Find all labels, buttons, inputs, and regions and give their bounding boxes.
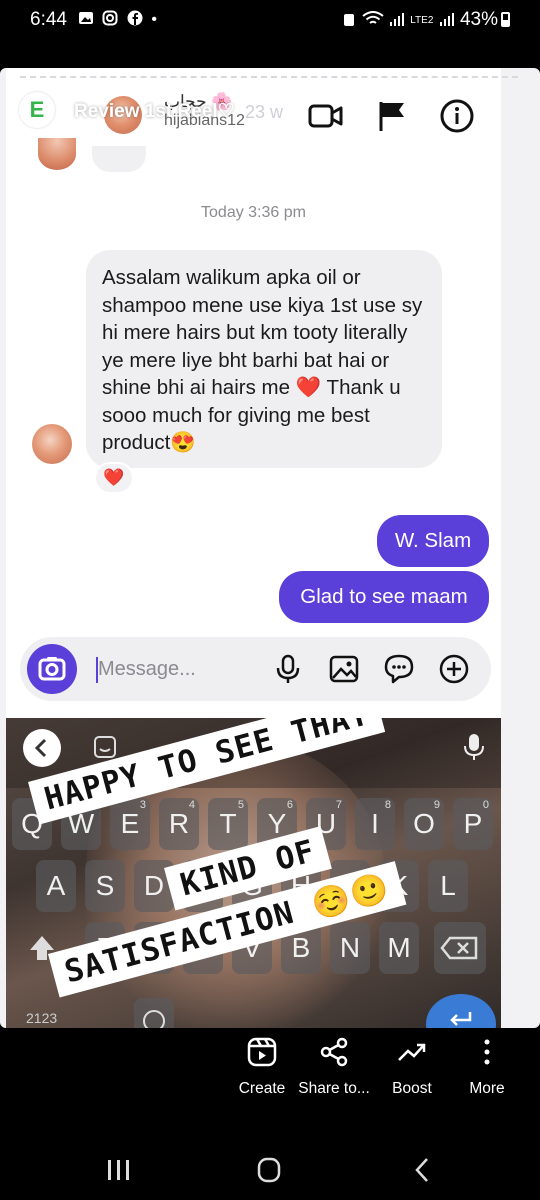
notification-icons: • <box>78 10 161 29</box>
flag-icon[interactable] <box>374 98 410 134</box>
battery-percent: 43% <box>459 9 498 30</box>
share-icon <box>320 1037 348 1067</box>
key[interactable]: 9O <box>404 798 444 850</box>
outgoing-message: Glad to see maam <box>279 571 489 623</box>
key[interactable]: 8I <box>355 798 395 850</box>
instagram-icon <box>102 10 118 26</box>
back-icon[interactable] <box>408 1156 438 1184</box>
heart-reaction[interactable]: ❤️ <box>94 462 134 494</box>
system-nav-bar <box>0 1140 540 1200</box>
story-progress-bar <box>20 76 518 78</box>
signal-icon <box>389 13 404 26</box>
video-call-icon[interactable] <box>308 98 344 134</box>
recent-apps-icon[interactable] <box>104 1156 134 1184</box>
story-age: 23 w <box>245 102 284 122</box>
enter-key[interactable] <box>426 994 496 1028</box>
backspace-key[interactable] <box>434 922 486 974</box>
sender-avatar <box>32 424 72 464</box>
key[interactable]: 5T <box>208 798 248 850</box>
message-input[interactable] <box>98 655 268 683</box>
enter-icon <box>450 1012 472 1026</box>
create-label: Create <box>238 1080 286 1097</box>
more-button[interactable]: More <box>437 1036 537 1098</box>
status-time: 6:44 <box>30 9 67 30</box>
boost-label: Boost <box>392 1080 432 1097</box>
share-label: Share to... <box>298 1080 370 1097</box>
facebook-icon <box>127 10 143 26</box>
symbols-key[interactable]: 2123 <box>26 1010 57 1026</box>
key[interactable]: S <box>85 860 125 912</box>
key[interactable]: 4R <box>159 798 199 850</box>
signal-icon-2 <box>439 13 454 26</box>
more-label: More <box>469 1080 505 1097</box>
sticker-icon[interactable] <box>383 653 415 685</box>
message-composer <box>20 637 491 701</box>
story-actions: Create Share to... Boost More <box>0 1036 540 1126</box>
key[interactable]: M <box>379 922 419 974</box>
camera-button[interactable] <box>27 644 77 694</box>
network-label: LTE2 <box>410 15 434 26</box>
home-icon[interactable] <box>254 1156 284 1184</box>
microphone-icon[interactable] <box>272 653 304 685</box>
gallery-icon <box>79 12 93 24</box>
outgoing-message: W. Slam <box>377 515 489 567</box>
status-bar: 6:44 • LTE2 43% <box>0 0 540 40</box>
wifi-icon <box>362 11 384 24</box>
emoji-keyboard-icon[interactable] <box>92 734 118 760</box>
story-avatar[interactable]: E <box>19 92 55 128</box>
key[interactable]: 3E <box>110 798 150 850</box>
gallery-icon[interactable] <box>328 653 360 685</box>
add-icon[interactable] <box>438 653 470 685</box>
status-right: LTE2 43% <box>342 9 510 31</box>
emoji-key[interactable] <box>134 998 174 1028</box>
backspace-icon <box>440 936 478 960</box>
keyboard-area: 1Q 2W 3E 4R 5T 6Y 7U 8I 9O 0P A S D F G … <box>6 718 501 1028</box>
previous-message-bubble <box>92 146 146 172</box>
dot-icon: • <box>151 11 161 28</box>
smile-icon <box>143 1010 165 1028</box>
camera-icon <box>38 657 66 681</box>
dm-screenshot: حجاب 🌸 hijabians12 Today 3:36 pm Assalam… <box>6 68 501 718</box>
incoming-message: Assalam walikum apka oil or shampoo mene… <box>86 250 442 468</box>
info-icon[interactable] <box>439 98 475 134</box>
trend-up-icon <box>398 1043 426 1061</box>
story-title: Review 1st Reel♡ <box>74 101 235 122</box>
key[interactable]: 0P <box>453 798 493 850</box>
key[interactable]: N <box>330 922 370 974</box>
story-card: حجاب 🌸 hijabians12 Today 3:36 pm Assalam… <box>0 68 540 1028</box>
keyboard-mic-icon[interactable] <box>462 732 486 762</box>
reels-icon <box>247 1037 277 1067</box>
key[interactable]: L <box>428 860 468 912</box>
alarm-icon <box>344 14 355 26</box>
back-circle-icon[interactable] <box>22 728 62 768</box>
previous-avatar <box>38 138 76 170</box>
message-timestamp: Today 3:36 pm <box>201 204 306 221</box>
battery-icon <box>501 12 510 27</box>
key[interactable]: A <box>36 860 76 912</box>
more-vertical-icon <box>484 1039 490 1065</box>
